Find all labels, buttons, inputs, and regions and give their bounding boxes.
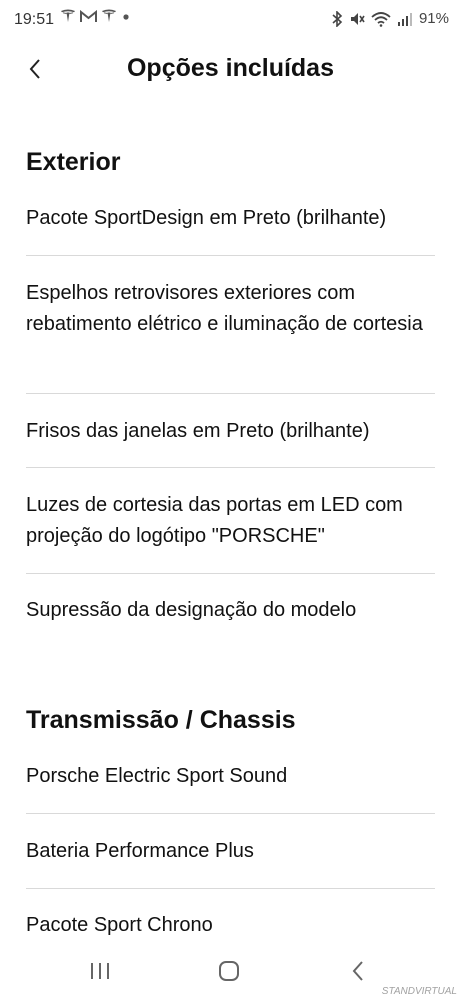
- divider: [26, 467, 435, 468]
- battery-text: 91%: [418, 10, 449, 27]
- list-item: Luzes de cortesia das portas em LED com …: [26, 494, 403, 547]
- back-icon: [350, 960, 366, 987]
- home-button[interactable]: [209, 955, 249, 991]
- list-item: Pacote Sport Chrono: [26, 914, 213, 936]
- divider: [26, 813, 435, 814]
- recent-apps-icon: [89, 961, 111, 986]
- list-item: Espelhos retrovisores exteriores com reb…: [26, 282, 423, 335]
- page-title: Opções incluídas: [126, 54, 334, 82]
- status-bar: 19:51 91%: [0, 0, 461, 42]
- bluetooth-icon: [331, 10, 343, 27]
- wifi-icon: [371, 11, 391, 27]
- app-header: Opções incluídas: [0, 42, 461, 100]
- options-list[interactable]: Exterior Pacote SportDesign em Preto (br…: [0, 100, 461, 945]
- gmail-icon: [80, 9, 97, 27]
- section-title-exterior: Exterior: [26, 148, 121, 176]
- list-item: Bateria Performance Plus: [26, 840, 254, 862]
- tesla-icon: [101, 9, 117, 27]
- divider: [26, 393, 435, 394]
- home-icon: [218, 960, 240, 987]
- divider: [26, 255, 435, 256]
- list-item: Frisos das janelas em Preto (brilhante): [26, 420, 370, 442]
- divider: [26, 573, 435, 574]
- recent-apps-button[interactable]: [80, 955, 120, 991]
- divider: [26, 888, 435, 889]
- status-time: 19:51: [14, 11, 55, 28]
- nav-back-button[interactable]: [338, 955, 378, 991]
- list-item: Porsche Electric Sport Sound: [26, 765, 288, 787]
- list-item: Pacote SportDesign em Preto (brilhante): [26, 207, 387, 229]
- signal-icon: [397, 11, 413, 27]
- list-item: Supressão da designação do modelo: [26, 599, 357, 621]
- watermark: STANDVIRTUAL: [381, 986, 457, 997]
- dot-icon: [121, 9, 131, 27]
- mute-icon: [349, 11, 365, 27]
- notification-icons: [60, 9, 131, 27]
- tesla-icon: [60, 9, 76, 27]
- section-title-transmission: Transmissão / Chassis: [26, 706, 296, 734]
- system-icons: 91%: [331, 10, 449, 27]
